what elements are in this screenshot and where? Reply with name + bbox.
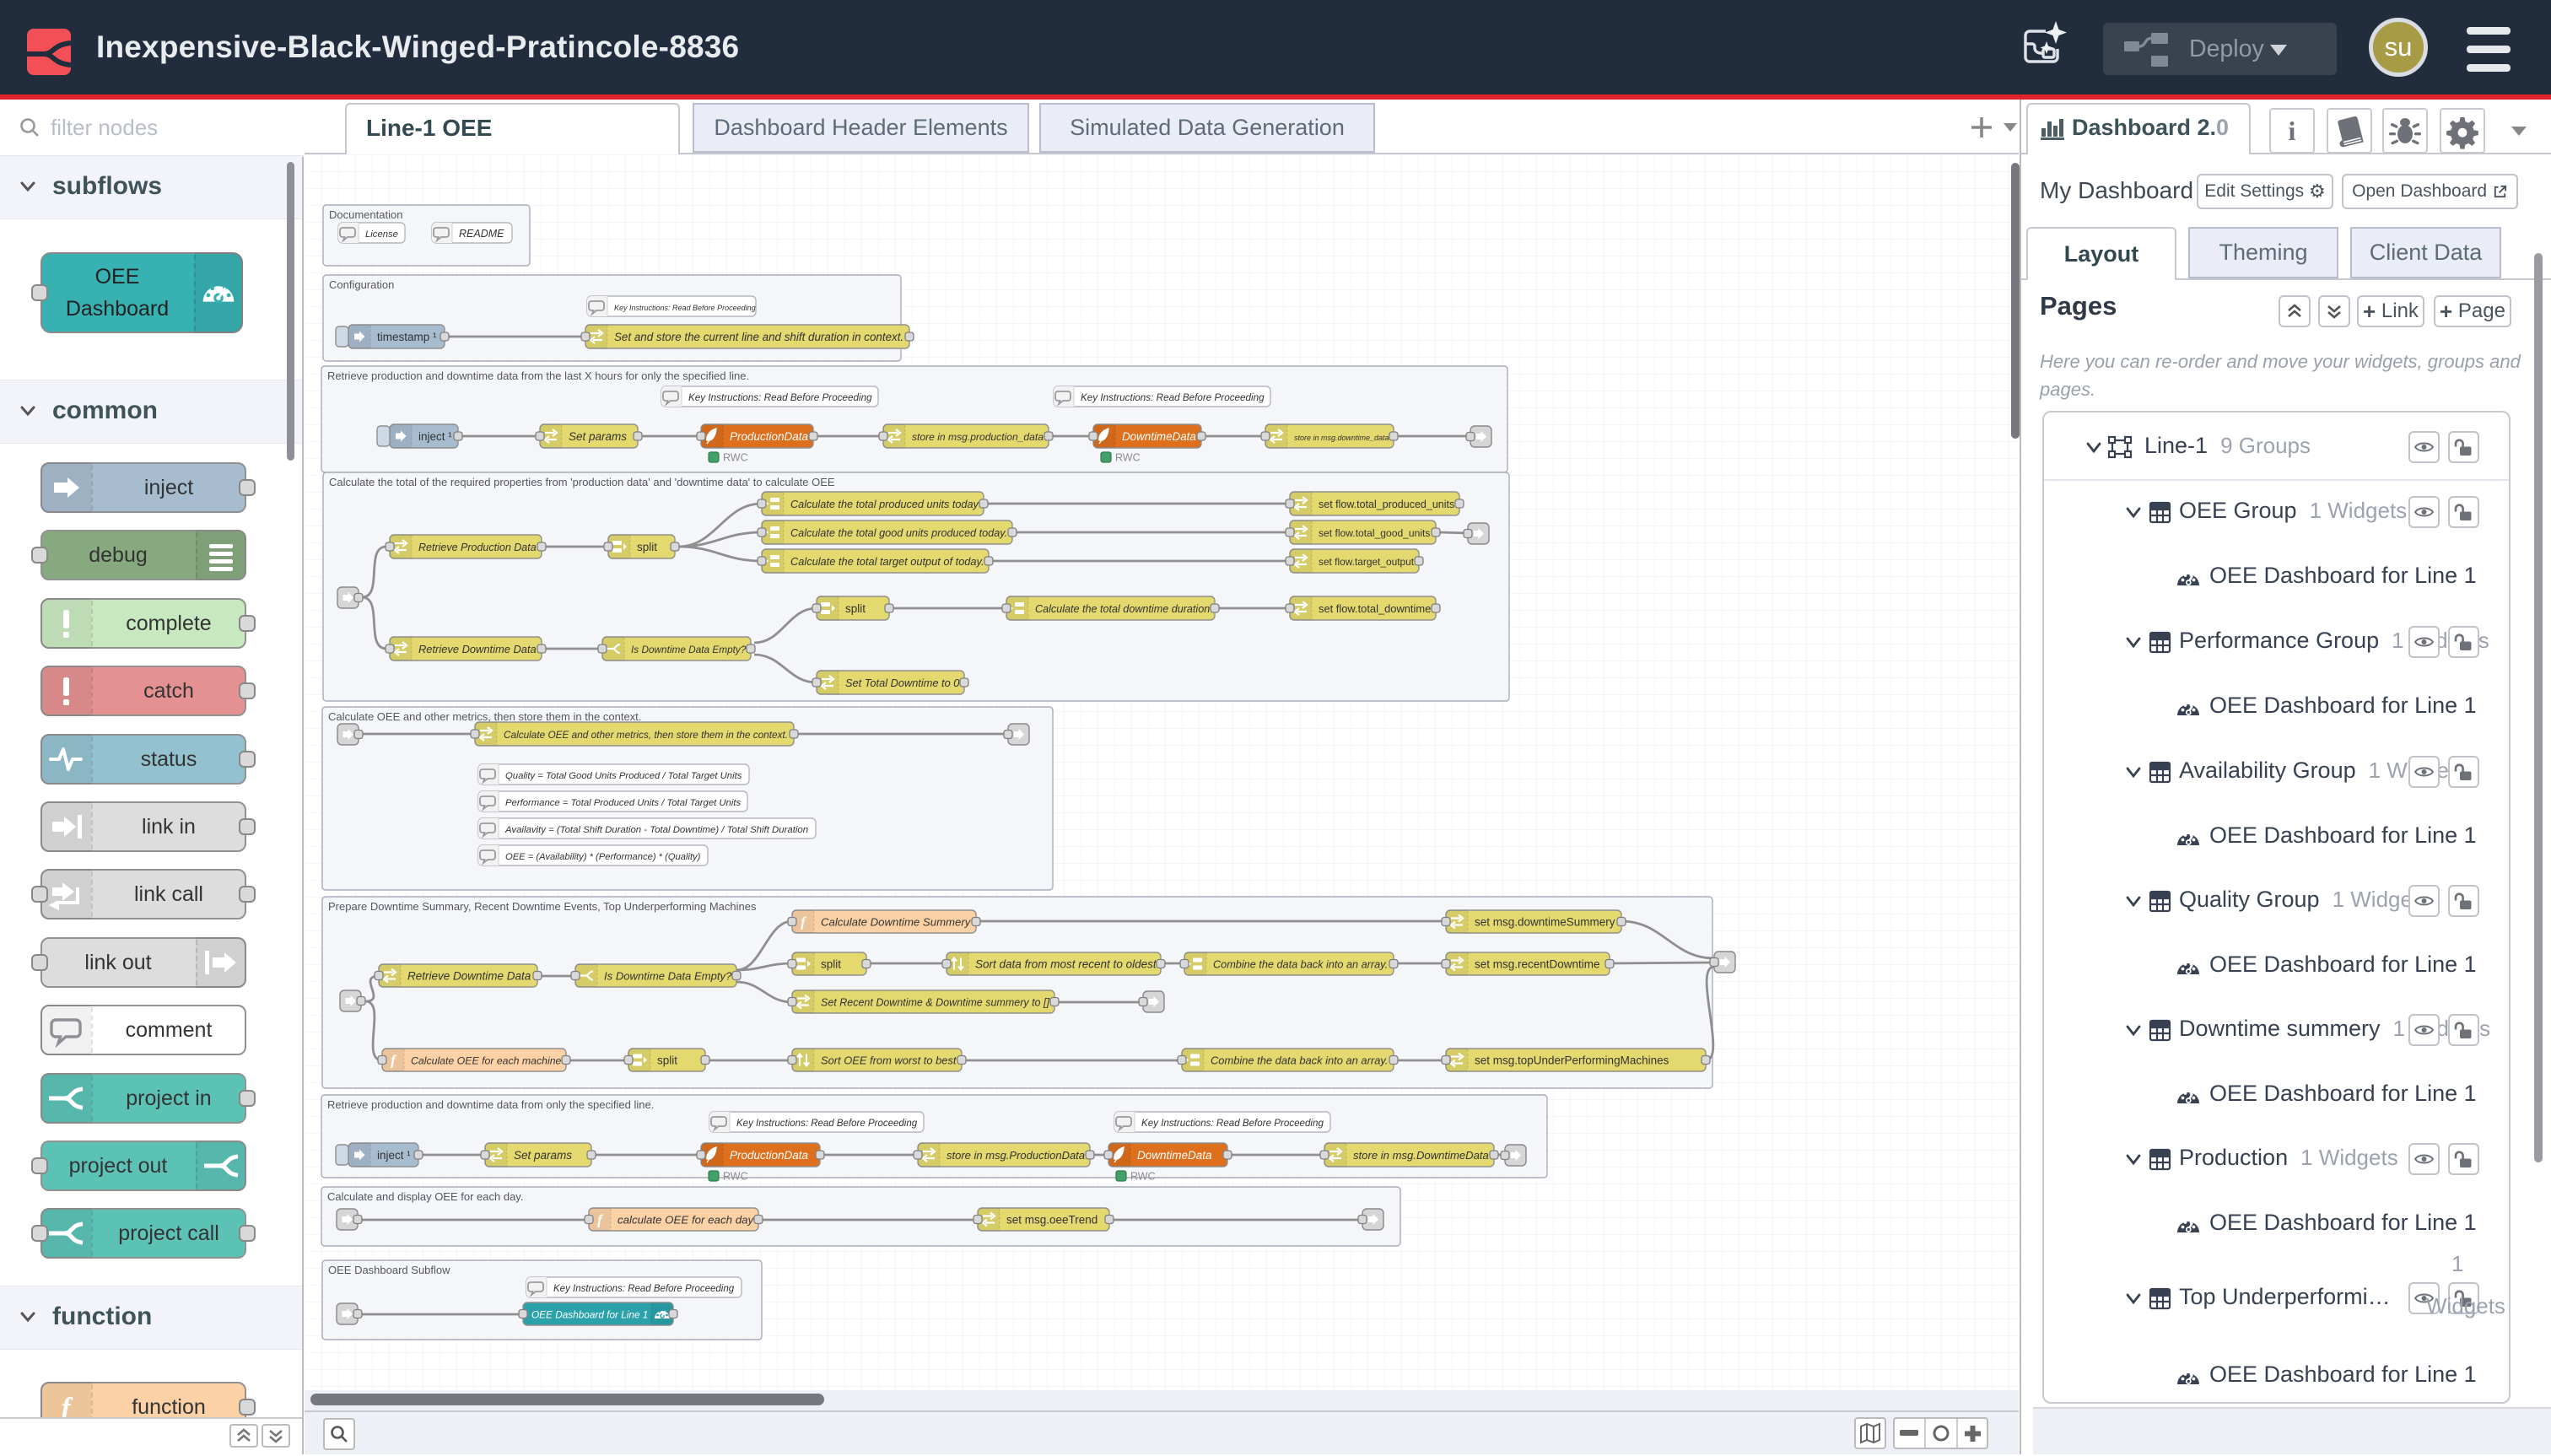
svg-text:calculate OEE for each day: calculate OEE for each day xyxy=(618,1214,754,1227)
svg-text:RWC: RWC xyxy=(1130,1171,1156,1183)
svg-text:Set Total Downtime to 0: Set Total Downtime to 0 xyxy=(845,677,960,689)
svg-text:split: split xyxy=(821,958,841,971)
svg-text:set flow.total_good_units: set flow.total_good_units xyxy=(1319,527,1430,539)
svg-text:Calculate the total produced u: Calculate the total produced units today xyxy=(790,499,979,510)
svg-text:store in msg.production_data: store in msg.production_data xyxy=(912,431,1044,443)
svg-text:set msg.downtimeSummery: set msg.downtimeSummery xyxy=(1475,916,1615,929)
svg-text:DowntimeData: DowntimeData xyxy=(1137,1149,1212,1162)
svg-text:timestamp ¹: timestamp ¹ xyxy=(377,331,437,343)
svg-text:RWC: RWC xyxy=(723,1171,748,1183)
svg-text:Retrieve Downtime Data: Retrieve Downtime Data xyxy=(418,643,537,655)
svg-text:Retrieve production and downti: Retrieve production and downtime data fr… xyxy=(327,369,749,382)
svg-text:Sort data from most recent to: Sort data from most recent to oldest xyxy=(975,958,1157,971)
svg-text:RWC: RWC xyxy=(1115,452,1141,464)
svg-text:Key Instructions: Read Before: Key Instructions: Read Before Proceeding xyxy=(688,392,872,403)
svg-text:Combine the data back into an: Combine the data back into an array. xyxy=(1211,1054,1388,1067)
svg-text:set msg.recentDowntime: set msg.recentDowntime xyxy=(1475,958,1600,971)
svg-text:ProductionData: ProductionData xyxy=(730,430,809,443)
svg-text:Documentation: Documentation xyxy=(329,208,402,221)
svg-text:Calculate and display OEE for: Calculate and display OEE for each day. xyxy=(327,1190,523,1203)
svg-text:set msg.topUnderPerformingMach: set msg.topUnderPerformingMachines xyxy=(1475,1054,1669,1067)
svg-text:Sort OEE from worst to best: Sort OEE from worst to best xyxy=(821,1054,957,1067)
svg-text:set msg.oeeTrend: set msg.oeeTrend xyxy=(1006,1214,1098,1227)
svg-text:split: split xyxy=(845,602,866,615)
svg-text:OEE Dashboard for Line 1: OEE Dashboard for Line 1 xyxy=(531,1309,648,1321)
svg-text:Availavity = (Total Shift Dura: Availavity = (Total Shift Duration - Tot… xyxy=(504,825,808,835)
svg-text:Configuration: Configuration xyxy=(329,278,394,291)
svg-text:Calculate the total downtime d: Calculate the total downtime duration xyxy=(1035,603,1210,615)
svg-text:Calculate the total good units: Calculate the total good units produced … xyxy=(790,527,1007,539)
svg-text:store in msg.downtime_data: store in msg.downtime_data xyxy=(1294,434,1389,442)
svg-text:Calculate OEE for each machine: Calculate OEE for each machine xyxy=(411,1055,562,1067)
svg-text:ProductionData: ProductionData xyxy=(730,1149,809,1162)
svg-text:Set params: Set params xyxy=(514,1149,572,1162)
svg-text:Set params: Set params xyxy=(569,430,627,443)
svg-text:store in msg.DowntimeData: store in msg.DowntimeData xyxy=(1353,1149,1489,1162)
svg-text:Prepare Downtime Summary, Rece: Prepare Downtime Summary, Recent Downtim… xyxy=(328,900,757,913)
svg-text:README: README xyxy=(459,228,504,240)
svg-text:Calculate the total target out: Calculate the total target output of tod… xyxy=(790,555,984,568)
svg-text:Key Instructions: Read Before: Key Instructions: Read Before Proceeding xyxy=(553,1284,735,1294)
svg-text:split: split xyxy=(657,1054,677,1067)
svg-text:inject ¹: inject ¹ xyxy=(418,430,452,443)
svg-text:License: License xyxy=(365,229,398,240)
svg-text:Is Downtime Data Empty?: Is Downtime Data Empty? xyxy=(631,644,747,655)
svg-text:store in msg.ProductionData: store in msg.ProductionData xyxy=(947,1149,1085,1162)
svg-text:set flow.total_downtime: set flow.total_downtime xyxy=(1319,602,1431,615)
svg-text:set flow.target_output: set flow.target_output xyxy=(1319,556,1415,568)
svg-text:Calculate the total of the req: Calculate the total of the required prop… xyxy=(329,476,835,488)
svg-text:Key Instructions: Read Before: Key Instructions: Read Before Proceeding xyxy=(614,304,756,312)
svg-text:DowntimeData: DowntimeData xyxy=(1122,430,1196,443)
svg-text:Combine the data back into an: Combine the data back into an array. xyxy=(1213,959,1388,971)
svg-text:Retrieve Production Data: Retrieve Production Data xyxy=(418,542,537,553)
svg-text:Calculate OEE and other metric: Calculate OEE and other metrics, then st… xyxy=(504,729,788,741)
svg-text:Retrieve Downtime Data: Retrieve Downtime Data xyxy=(407,970,531,983)
svg-text:OEE Dashboard Subflow: OEE Dashboard Subflow xyxy=(328,1264,450,1276)
svg-text:Calculate Downtime Summery: Calculate Downtime Summery xyxy=(821,916,972,929)
svg-text:inject ¹: inject ¹ xyxy=(377,1149,411,1162)
svg-text:OEE = (Availability) * (Perfor: OEE = (Availability) * (Performance) * (… xyxy=(505,852,701,862)
svg-text:Is Downtime Data Empty?: Is Downtime Data Empty? xyxy=(604,970,732,983)
svg-text:Calculate OEE and other metric: Calculate OEE and other metrics, then st… xyxy=(328,710,641,723)
svg-text:Quality = Total Good Units Pro: Quality = Total Good Units Produced / To… xyxy=(505,771,742,781)
svg-text:set flow.total_produced_units: set flow.total_produced_units xyxy=(1319,499,1454,510)
svg-text:RWC: RWC xyxy=(723,452,748,464)
svg-text:Retrieve production and downti: Retrieve production and downtime data fr… xyxy=(327,1098,654,1111)
svg-text:Key Instructions: Read Before: Key Instructions: Read Before Proceeding xyxy=(1141,1118,1324,1129)
svg-text:Key Instructions: Read Before: Key Instructions: Read Before Proceeding xyxy=(736,1119,918,1129)
svg-text:Performance = Total Produced U: Performance = Total Produced Units / Tot… xyxy=(505,798,741,808)
svg-text:Set and store the current line: Set and store the current line and shift… xyxy=(614,331,903,343)
svg-text:Key Instructions: Read Before: Key Instructions: Read Before Proceeding xyxy=(1081,392,1265,403)
svg-text:Set Recent Downtime & Downtime: Set Recent Downtime & Downtime summery t… xyxy=(821,997,1049,1009)
svg-text:split: split xyxy=(637,541,657,553)
